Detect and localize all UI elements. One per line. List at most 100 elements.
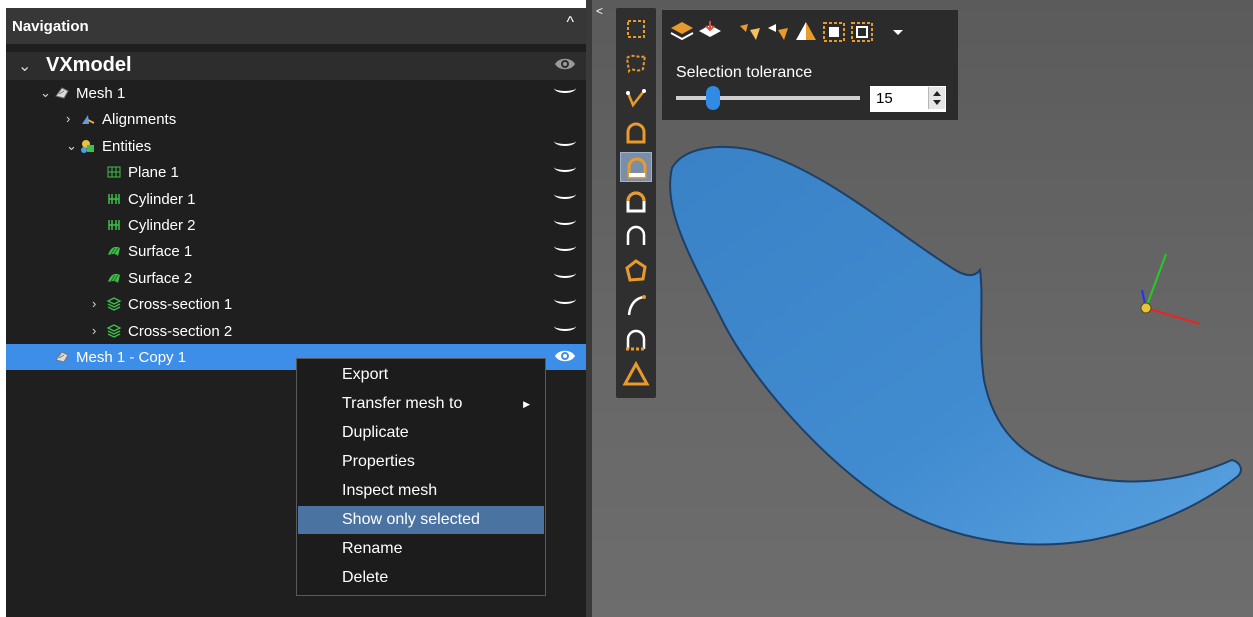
3d-viewport[interactable]: < Selection tolerance 15 — [592, 0, 1253, 617]
menu-item-rename[interactable]: Rename — [298, 535, 544, 563]
navigation-header: Navigation ^ — [6, 8, 586, 44]
context-menu: Export Transfer mesh to ▶ Duplicate Properti… — [296, 358, 546, 596]
menu-item-label: Show only selected — [342, 511, 480, 528]
grow-selection-icon[interactable] — [736, 18, 764, 46]
submenu-arrow-icon: ▶ — [523, 399, 530, 409]
surface-icon — [106, 270, 122, 286]
selection-tolerance-spinner[interactable] — [928, 87, 945, 109]
visibility-hidden-icon[interactable] — [554, 268, 576, 278]
select-through-icon[interactable] — [668, 18, 696, 46]
tree-item-cross-section-1[interactable]: › Cross-section 1 — [6, 291, 586, 317]
rectangle-select-icon[interactable] — [620, 14, 652, 44]
tree-item-cross-section-2[interactable]: › Cross-section 2 — [6, 318, 586, 344]
mesh-icon — [54, 349, 70, 365]
tree-expander-icon[interactable]: ⌄ — [66, 138, 77, 154]
triangle-select-icon[interactable] — [620, 359, 652, 389]
menu-item-duplicate[interactable]: Duplicate — [298, 419, 544, 447]
navigation-title: Navigation — [12, 18, 89, 35]
menu-item-show-only-selected[interactable]: Show only selected — [298, 506, 544, 534]
tree-item-label: VXmodel — [46, 54, 132, 76]
visibility-eye-icon[interactable] — [553, 55, 577, 73]
tree-item-label: Surface 2 — [128, 269, 193, 287]
invert-selection-icon[interactable] — [792, 18, 820, 46]
tree-item-label: Mesh 1 - Copy 1 — [76, 349, 187, 366]
selection-tolerance-label: Selection tolerance — [676, 64, 813, 81]
visibility-hidden-icon[interactable] — [554, 83, 576, 93]
plane-icon — [106, 164, 122, 180]
polyline-select-icon[interactable] — [620, 83, 652, 113]
cross-section-icon — [106, 323, 122, 339]
tree-expander-icon[interactable]: › — [92, 296, 96, 311]
curve-select-icon[interactable] — [620, 290, 652, 320]
visibility-hidden-icon[interactable] — [554, 162, 576, 173]
mesh-shape[interactable] — [669, 145, 1242, 546]
menu-item-export[interactable]: Export — [298, 361, 544, 389]
select-visible-icon[interactable] — [696, 18, 724, 46]
surface-select-outline-icon[interactable] — [620, 221, 652, 251]
selection-tolerance-slider[interactable] — [676, 96, 860, 100]
surface-select-active-icon[interactable] — [620, 152, 652, 182]
tree-item-plane-1[interactable]: Plane 1 — [6, 159, 586, 185]
tree-item-surface-2[interactable]: Surface 2 — [6, 265, 586, 291]
tree-item-label: Mesh 1 — [76, 85, 126, 102]
surface-select-alt-icon[interactable] — [620, 187, 652, 217]
cylinder-icon — [106, 217, 122, 233]
visibility-hidden-icon[interactable] — [554, 215, 576, 225]
tree-item-entities[interactable]: ⌄ Entities — [6, 133, 586, 159]
tree-expander-icon[interactable]: › — [66, 111, 70, 126]
tree-item-alignments[interactable]: › Alignments — [6, 106, 586, 132]
tree-expander-icon[interactable]: ⌄ — [18, 56, 31, 76]
tree-item-cylinder-2[interactable]: Cylinder 2 — [6, 212, 586, 238]
visibility-hidden-icon[interactable] — [554, 136, 576, 146]
menu-item-delete[interactable]: Delete — [298, 564, 544, 592]
menu-item-transfer-mesh-to[interactable]: Transfer mesh to ▶ — [298, 390, 544, 418]
visibility-hidden-icon[interactable] — [554, 241, 576, 252]
menu-item-properties[interactable]: Properties — [298, 448, 544, 476]
surface-icon — [106, 243, 122, 259]
menu-item-label: Inspect mesh — [342, 482, 438, 499]
cross-section-icon — [106, 296, 122, 312]
visibility-hidden-icon[interactable] — [554, 321, 576, 331]
deselect-all-icon[interactable] — [848, 18, 876, 46]
alignment-icon — [80, 111, 96, 127]
select-all-icon[interactable] — [820, 18, 848, 46]
menu-item-label: Delete — [342, 569, 389, 586]
tree-item-label: Entities — [102, 137, 152, 155]
mesh-icon — [54, 85, 70, 101]
tree-item-surface-1[interactable]: Surface 1 — [6, 238, 586, 264]
surface-select-icon[interactable] — [620, 118, 652, 148]
tree-item-label: Alignments — [102, 111, 177, 129]
tree-item-label: Cylinder 1 — [128, 190, 196, 208]
tree-item-label: Cross-section 2 — [128, 322, 233, 340]
tree-item-vxmodel[interactable]: ⌄ VXmodel — [6, 52, 586, 80]
menu-item-label: Transfer mesh to — [342, 395, 463, 412]
freeform-select-icon[interactable] — [620, 49, 652, 79]
tree-item-cylinder-1[interactable]: Cylinder 1 — [6, 186, 586, 212]
boundary-select-icon[interactable] — [620, 325, 652, 355]
menu-item-label: Export — [342, 366, 389, 383]
menu-item-label: Rename — [342, 540, 403, 557]
cylinder-icon — [106, 191, 122, 207]
collapse-viewport-panel-button[interactable]: < — [596, 4, 603, 18]
selection-tools-toolbar — [616, 8, 656, 398]
tree-item-label: Cylinder 2 — [128, 217, 196, 234]
tree-item-label: Cross-section 1 — [128, 296, 233, 314]
menu-item-inspect-mesh[interactable]: Inspect mesh — [298, 477, 544, 505]
shrink-selection-icon[interactable] — [764, 18, 792, 46]
selection-tolerance-input[interactable]: 15 — [870, 86, 946, 112]
tree-item-label: Surface 1 — [128, 243, 193, 261]
visibility-hidden-icon[interactable] — [554, 189, 576, 199]
selection-tolerance-value: 15 — [876, 90, 893, 107]
tree-item-mesh-1[interactable]: ⌄ Mesh 1 — [6, 80, 586, 106]
entities-icon — [80, 138, 96, 154]
tree-expander-icon[interactable]: › — [92, 323, 96, 338]
visibility-hidden-icon[interactable] — [554, 294, 576, 305]
tree-expander-icon[interactable]: ⌄ — [40, 85, 51, 101]
collapse-panel-button[interactable]: ^ — [566, 14, 574, 32]
dropdown-icon[interactable] — [884, 18, 912, 46]
visibility-eye-icon[interactable] — [553, 347, 577, 365]
polygon-select-icon[interactable] — [620, 256, 652, 286]
tree-item-label: Plane 1 — [128, 164, 179, 182]
menu-item-label: Properties — [342, 453, 415, 470]
selection-tolerance-slider-thumb[interactable] — [705, 86, 720, 110]
